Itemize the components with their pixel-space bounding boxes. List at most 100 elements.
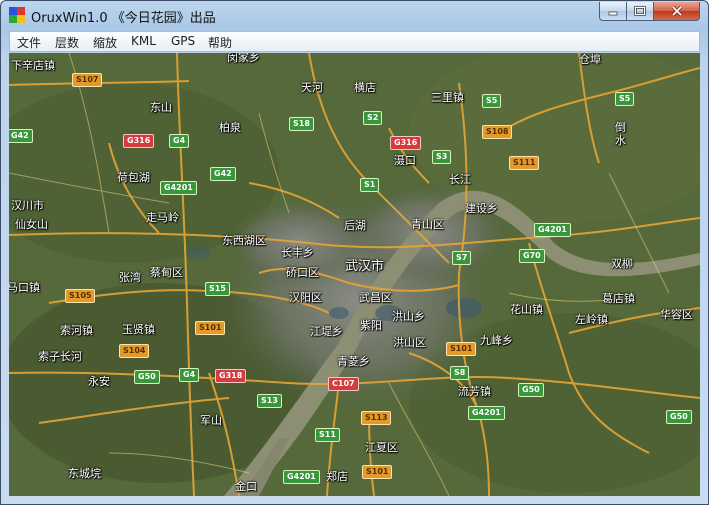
map-label: 金口 xyxy=(235,480,257,493)
window-title: OruxWin1.0 《今日花园》出品 xyxy=(31,11,216,26)
map-label: 滠口 xyxy=(394,154,416,167)
map-label: 九峰乡 xyxy=(480,334,513,347)
map-label: 三里镇 xyxy=(431,91,464,104)
map-label: 后湖 xyxy=(344,219,366,232)
road-shield: S101 xyxy=(362,465,393,479)
app-icon xyxy=(9,7,25,23)
map-label: 索河镇 xyxy=(60,324,93,337)
road-shield: G42 xyxy=(210,167,236,181)
road-shield: S13 xyxy=(257,394,282,408)
map-label: 青山区 xyxy=(411,218,444,231)
close-button[interactable] xyxy=(654,2,700,21)
road-shield: S3 xyxy=(432,150,452,164)
map-label: 蔡甸区 xyxy=(150,266,183,279)
road-shield: G4 xyxy=(169,134,190,148)
map-label: 下辛店镇 xyxy=(11,59,55,72)
map-label: 硚口区 xyxy=(286,266,319,279)
map-label: 洪山区 xyxy=(393,336,426,349)
map-label: 左岭镇 xyxy=(575,313,608,326)
road-shield: G50 xyxy=(666,410,692,424)
map-label: 江堤乡 xyxy=(310,325,343,338)
satellite-map[interactable]: 下辛店镇 闵家乡 天河 横店 仓埠 东山 柏泉 三里镇 倒水 汉川市 仙女山 走… xyxy=(9,53,700,496)
map-label: 洪山乡 xyxy=(392,310,425,323)
map-label: 长江 xyxy=(449,173,471,186)
map-label: 闵家乡 xyxy=(227,53,260,64)
map-label: 流芳镇 xyxy=(458,385,491,398)
title-bar[interactable]: OruxWin1.0 《今日花园》出品 xyxy=(1,1,708,29)
map-label: 汉川市 xyxy=(11,199,44,212)
map-label: 花山镇 xyxy=(510,303,543,316)
menu-file[interactable]: 文件 xyxy=(17,34,41,51)
map-label: 武汉市 xyxy=(345,259,385,274)
road-shield: S101 xyxy=(446,342,477,356)
map-label: 汉阳区 xyxy=(289,291,322,304)
road-shield: S11 xyxy=(315,428,340,442)
map-label: 张湾 xyxy=(119,271,141,284)
map-label: 东山 xyxy=(150,101,172,114)
road-shield: S104 xyxy=(119,344,150,358)
road-shield: S18 xyxy=(289,117,314,131)
road-shield: G316 xyxy=(390,136,422,150)
map-label: 玉贤镇 xyxy=(122,323,155,336)
map-label: 华容区 xyxy=(660,308,693,321)
map-label: 江夏区 xyxy=(365,441,398,454)
map-label: 永安 xyxy=(88,375,110,388)
map-label: 军山 xyxy=(200,414,222,427)
road-shield: G50 xyxy=(518,383,544,397)
menu-kml[interactable]: KML xyxy=(131,34,156,48)
menu-help[interactable]: 帮助 xyxy=(208,34,232,51)
map-label: 葛店镇 xyxy=(602,292,635,305)
minimize-button[interactable] xyxy=(599,2,627,21)
road-shield: S5 xyxy=(615,92,635,106)
map-label: 东西湖区 xyxy=(222,234,266,247)
road-shield: S101 xyxy=(195,321,226,335)
map-label: 长丰乡 xyxy=(281,246,314,259)
menu-bar: 文件 层数 缩放 KML GPS 帮助 xyxy=(9,31,700,52)
road-shield: S107 xyxy=(72,73,103,87)
road-shield: G4201 xyxy=(468,406,505,420)
maximize-icon xyxy=(634,6,646,16)
road-shield: G4201 xyxy=(534,223,571,237)
map-label: 东城垸 xyxy=(68,467,101,480)
road-shield: G4201 xyxy=(160,181,197,195)
road-shield: C107 xyxy=(328,377,359,391)
map-label: 仙女山 xyxy=(15,218,48,231)
road-shield: S15 xyxy=(205,282,230,296)
menu-gps[interactable]: GPS xyxy=(171,34,195,48)
road-shield: S105 xyxy=(65,289,96,303)
map-label: 青菱乡 xyxy=(337,355,370,368)
menu-zoom[interactable]: 缩放 xyxy=(93,34,117,51)
menu-layers[interactable]: 层数 xyxy=(55,34,79,51)
app-window: OruxWin1.0 《今日花园》出品 文件 层数 缩放 KML GPS 帮助 xyxy=(0,0,709,505)
map-label: 建设乡 xyxy=(465,202,498,215)
road-shield: S113 xyxy=(361,411,392,425)
road-shield: S111 xyxy=(509,156,540,170)
road-shield: G4 xyxy=(179,368,200,382)
road-shield: G50 xyxy=(134,370,160,384)
road-shield: S7 xyxy=(452,251,472,265)
map-label: 武昌区 xyxy=(359,291,392,304)
map-label: 倒水 xyxy=(615,121,626,147)
close-icon xyxy=(671,5,682,17)
map-imagery xyxy=(9,53,700,496)
road-shield: S5 xyxy=(482,94,502,108)
road-shield: G316 xyxy=(123,134,155,148)
maximize-button[interactable] xyxy=(627,2,654,21)
road-shield: S2 xyxy=(363,111,383,125)
road-shield: G70 xyxy=(519,249,545,263)
road-shield: G42 xyxy=(9,129,33,143)
road-shield: S108 xyxy=(482,125,513,139)
map-label: 郑店 xyxy=(326,470,348,483)
map-label: 仓埠 xyxy=(579,53,601,66)
map-label: 天河 xyxy=(301,81,323,94)
map-label: 柏泉 xyxy=(219,121,241,134)
map-label: 索子长河 xyxy=(38,350,82,363)
road-shield: G4201 xyxy=(283,470,320,484)
map-label: 紫阳 xyxy=(360,319,382,332)
minimize-icon xyxy=(608,11,618,16)
map-label: 马口镇 xyxy=(9,281,40,294)
map-label: 走马岭 xyxy=(146,211,179,224)
map-label: 横店 xyxy=(354,81,376,94)
road-shield: S1 xyxy=(360,178,380,192)
map-label: 双柳 xyxy=(611,257,633,270)
